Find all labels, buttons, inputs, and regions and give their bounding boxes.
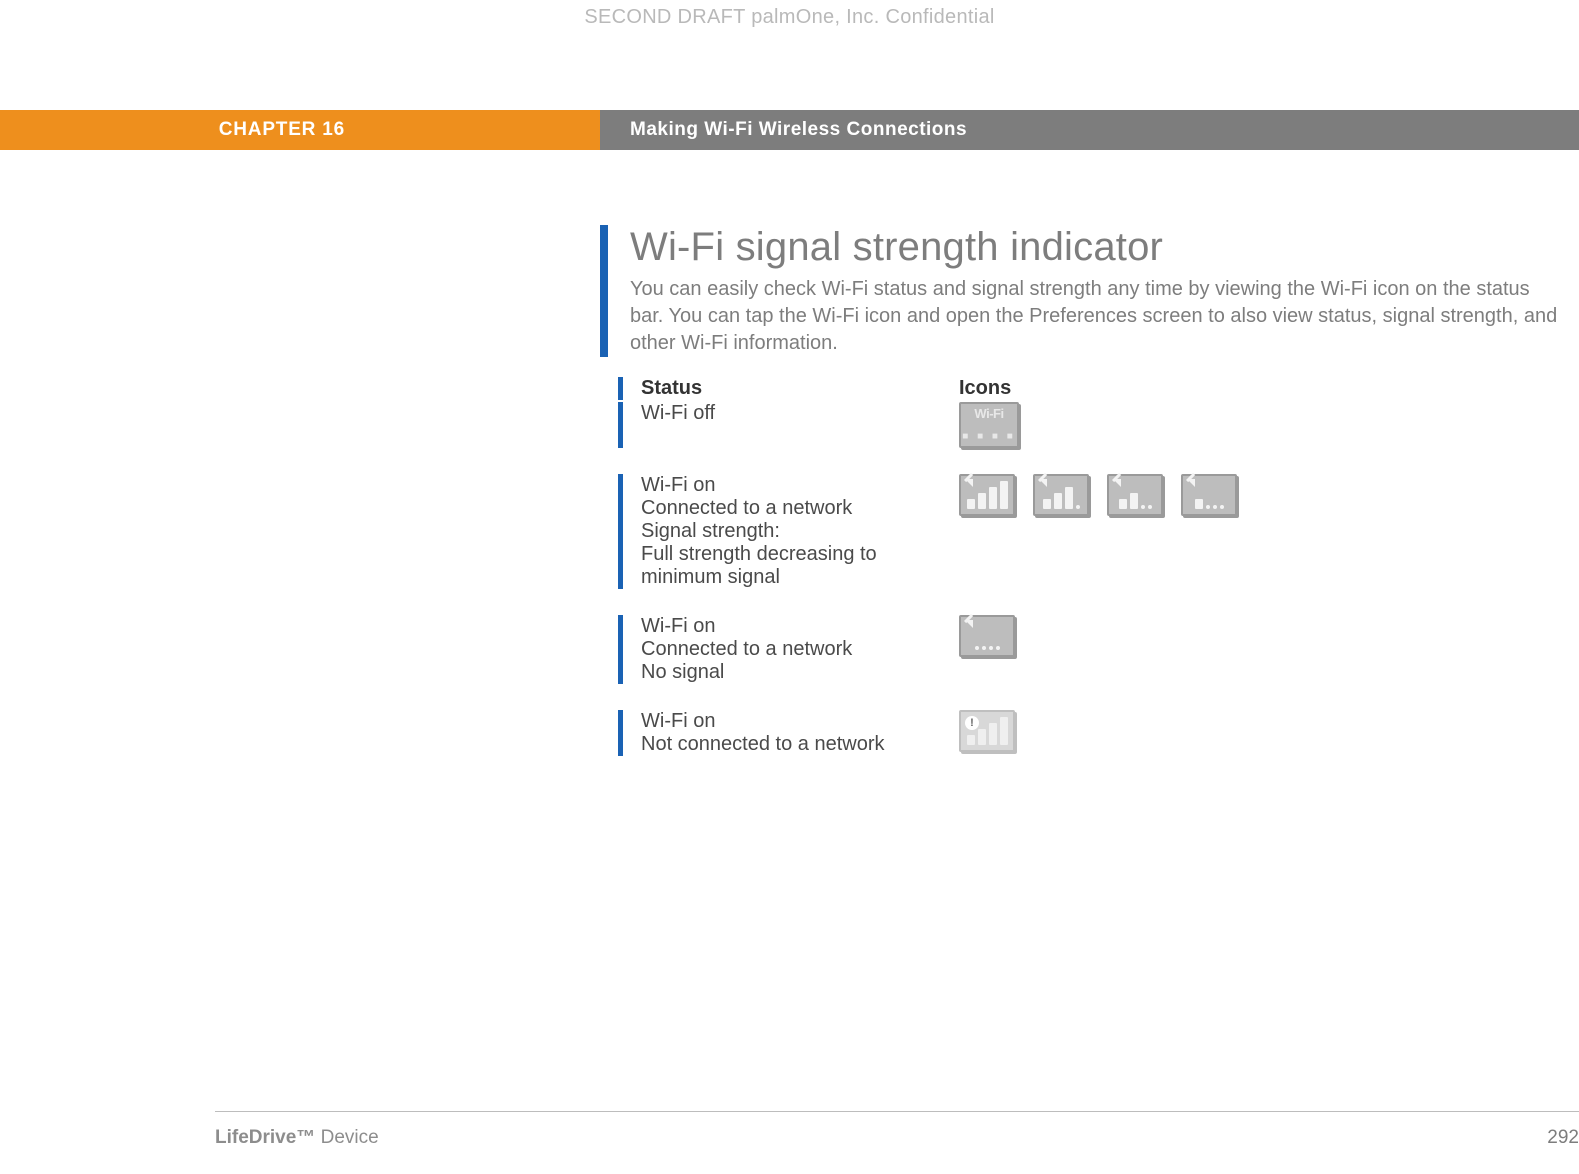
icons-cell: ! xyxy=(959,710,1559,752)
status-line: Not connected to a network xyxy=(641,733,959,756)
icons-cell xyxy=(959,474,1559,516)
arrow-up-left-icon xyxy=(1187,479,1195,487)
wifi-strength-4-icon xyxy=(959,474,1015,516)
status-line: Wi-Fi on xyxy=(641,710,959,733)
status-line: Connected to a network xyxy=(641,497,959,520)
table-row: Wi-Fi on Connected to a network No signa… xyxy=(618,615,1559,684)
section-body: You can easily check Wi-Fi status and si… xyxy=(630,276,1559,357)
status-icon-table: Status Icons Wi-Fi off Wi-Fi ■ ■ ■ ■ xyxy=(618,377,1559,756)
table-row: Wi-Fi on Not connected to a network ! xyxy=(618,710,1559,756)
main-content: Wi-Fi signal strength indicator You can … xyxy=(600,225,1559,782)
product-bold: LifeDrive™ xyxy=(215,1127,315,1148)
status-column-header-cell: Status xyxy=(641,377,959,400)
table-row: Wi-Fi off Wi-Fi ■ ■ ■ ■ xyxy=(618,402,1559,448)
wifi-off-icon-label: Wi-Fi xyxy=(961,406,1017,421)
wifi-off-dots: ■ ■ ■ ■ xyxy=(961,431,1017,442)
status-line: Connected to a network xyxy=(641,638,959,661)
arrow-up-left-icon xyxy=(965,479,973,487)
wifi-off-icon: Wi-Fi ■ ■ ■ ■ xyxy=(959,402,1019,448)
arrow-up-left-icon xyxy=(1039,479,1047,487)
section-heading-wrap: Wi-Fi signal strength indicator You can … xyxy=(600,225,1559,357)
status-line: Full strength decreasing to minimum sign… xyxy=(641,543,959,589)
section-heading: Wi-Fi signal strength indicator xyxy=(630,225,1559,270)
status-cell: Wi-Fi off xyxy=(641,402,959,425)
status-line: Signal strength: xyxy=(641,520,959,543)
icons-header: Icons xyxy=(959,377,1011,400)
status-line: Wi-Fi on xyxy=(641,615,959,638)
wifi-not-connected-icon: ! xyxy=(959,710,1015,752)
row-accent-bar xyxy=(618,710,623,756)
icons-column-header-cell: Icons xyxy=(959,377,1559,400)
page-number: 292 xyxy=(1547,1127,1579,1149)
page-footer: LifeDrive™ Device 292 xyxy=(215,1127,1579,1149)
row-accent-bar xyxy=(618,615,623,684)
footer-divider xyxy=(215,1111,1579,1112)
status-cell: Wi-Fi on Not connected to a network xyxy=(641,710,959,756)
wifi-strength-1-icon xyxy=(1181,474,1237,516)
row-accent-bar xyxy=(618,377,623,400)
row-accent-bar xyxy=(618,402,623,448)
chapter-number: CHAPTER 16 xyxy=(219,119,345,141)
wifi-no-signal-icon xyxy=(959,615,1015,657)
wifi-strength-3-icon xyxy=(1033,474,1089,516)
status-line: Wi-Fi on xyxy=(641,474,959,497)
arrow-up-left-icon xyxy=(1113,479,1121,487)
icons-cell xyxy=(959,615,1559,657)
row-accent-bar xyxy=(618,474,623,589)
chapter-number-block: CHAPTER 16 xyxy=(0,110,600,150)
status-header: Status xyxy=(641,377,702,399)
chapter-title: Making Wi-Fi Wireless Connections xyxy=(600,119,967,141)
status-line: Wi-Fi off xyxy=(641,402,959,425)
chapter-header-bar: CHAPTER 16 Making Wi-Fi Wireless Connect… xyxy=(0,110,1579,150)
product-name: LifeDrive™ Device xyxy=(215,1127,379,1149)
product-light: Device xyxy=(321,1127,379,1148)
table-row: Wi-Fi on Connected to a network Signal s… xyxy=(618,474,1559,589)
arrow-up-left-icon xyxy=(965,620,973,628)
heading-accent-bar xyxy=(600,225,608,357)
status-line: No signal xyxy=(641,661,959,684)
status-cell: Wi-Fi on Connected to a network Signal s… xyxy=(641,474,959,589)
draft-confidential-line: SECOND DRAFT palmOne, Inc. Confidential xyxy=(0,0,1579,40)
status-cell: Wi-Fi on Connected to a network No signa… xyxy=(641,615,959,684)
alert-circle-icon: ! xyxy=(965,716,979,730)
table-header-row: Status Icons xyxy=(618,377,1559,400)
icons-cell: Wi-Fi ■ ■ ■ ■ xyxy=(959,402,1559,448)
wifi-strength-2-icon xyxy=(1107,474,1163,516)
